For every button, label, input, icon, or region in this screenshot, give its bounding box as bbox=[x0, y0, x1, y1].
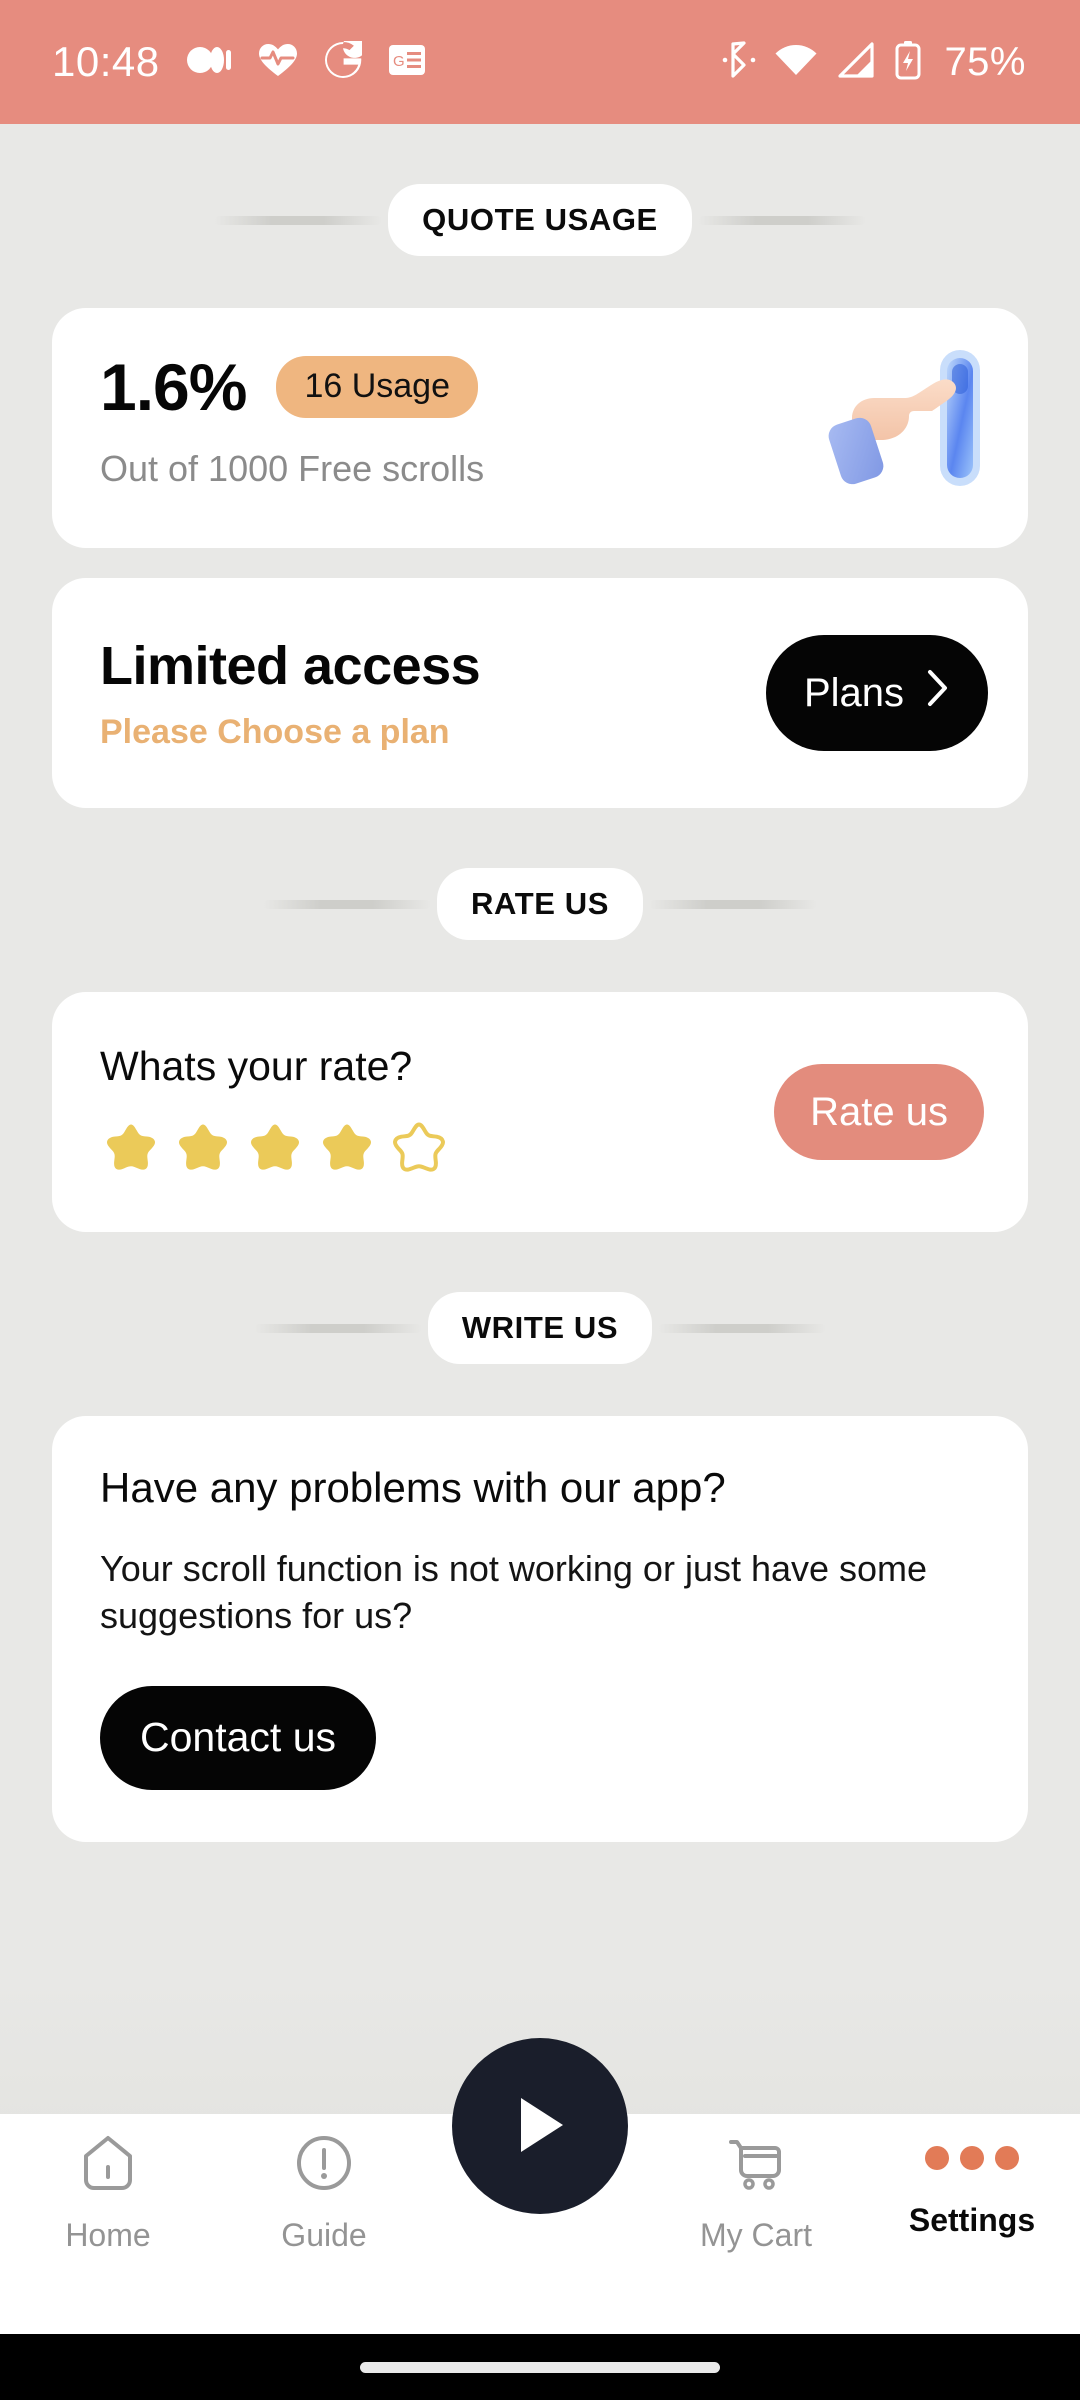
nav-item-settings[interactable]: Settings bbox=[864, 2132, 1080, 2239]
three-dots-icon bbox=[925, 2132, 1019, 2184]
section-title-quote-usage: QUOTE USAGE bbox=[388, 184, 692, 256]
google-news-icon: G bbox=[388, 44, 426, 81]
divider-line-right bbox=[658, 1323, 827, 1333]
section-header-quote-usage: QUOTE USAGE bbox=[52, 184, 1028, 256]
divider-line-left bbox=[214, 215, 383, 225]
rate-us-left: Whats your rate? bbox=[100, 1043, 450, 1182]
nav-item-home[interactable]: Home bbox=[0, 2132, 216, 2254]
star-filled-icon[interactable] bbox=[100, 1120, 162, 1182]
system-gesture-bar bbox=[0, 2334, 1080, 2400]
plans-button-label: Plans bbox=[803, 670, 904, 715]
google-g-icon bbox=[324, 33, 367, 84]
limited-access-title: Limited access bbox=[100, 635, 481, 696]
limited-access-subtitle: Please Choose a plan bbox=[100, 712, 450, 751]
dot-2 bbox=[960, 2146, 984, 2170]
section-title-rate-us: RATE US bbox=[437, 868, 643, 940]
cellular-signal-icon bbox=[836, 41, 876, 83]
rate-us-button[interactable]: Rate us bbox=[774, 1064, 984, 1160]
usage-percent-value: 1.6% bbox=[100, 350, 247, 424]
write-us-card: Have any problems with our app? Your scr… bbox=[52, 1416, 1028, 1842]
write-us-description: Your scroll function is not working or j… bbox=[100, 1548, 928, 1636]
exclamation-circle-icon bbox=[293, 2132, 355, 2199]
wifi-icon bbox=[774, 42, 818, 83]
divider-line-left bbox=[253, 1323, 422, 1333]
heart-pulse-icon bbox=[258, 42, 298, 83]
status-bar-left: 10:48 G bbox=[52, 33, 426, 86]
plans-button[interactable]: Plans bbox=[765, 635, 988, 751]
contact-us-button[interactable]: Contact us bbox=[100, 1685, 376, 1790]
star-rating-control[interactable] bbox=[100, 1120, 450, 1182]
battery-charging-icon bbox=[894, 40, 922, 85]
home-icon bbox=[77, 2132, 139, 2199]
star-filled-icon[interactable] bbox=[244, 1120, 306, 1182]
star-outline-icon[interactable] bbox=[388, 1120, 450, 1182]
svg-text:G: G bbox=[393, 53, 405, 70]
gesture-handle[interactable] bbox=[360, 2361, 720, 2373]
play-icon bbox=[509, 2092, 571, 2161]
play-fab-button[interactable] bbox=[452, 2038, 628, 2214]
hand-pressing-button-icon bbox=[828, 350, 980, 486]
rate-question-label: Whats your rate? bbox=[100, 1042, 413, 1089]
section-header-write-us: WRITE US bbox=[52, 1292, 1028, 1364]
nav-item-my-cart[interactable]: My Cart bbox=[648, 2132, 864, 2254]
nav-label-settings: Settings bbox=[908, 2202, 1036, 2238]
battery-percent-label: 75% bbox=[944, 39, 1026, 84]
star-filled-icon[interactable] bbox=[172, 1120, 234, 1182]
rate-us-card: Whats your rate? Rate us bbox=[52, 992, 1028, 1232]
divider-line-right bbox=[648, 899, 817, 909]
dot-1 bbox=[925, 2146, 949, 2170]
nav-label-guide: Guide bbox=[281, 2217, 367, 2253]
scroll-content: QUOTE USAGE 1.6% 16 Usage Out of 1000 Fr… bbox=[0, 184, 1080, 1842]
limited-access-text: Limited access Please Choose a plan bbox=[100, 635, 481, 752]
divider-line-right bbox=[697, 215, 866, 225]
app-screen: 10:48 G 75% QUOTE USAGE 1.6% 16 Usage Ou… bbox=[0, 0, 1080, 2400]
dots-media-icon bbox=[186, 43, 232, 82]
quote-usage-card: 1.6% 16 Usage Out of 1000 Free scrolls bbox=[52, 308, 1028, 548]
shopping-cart-icon bbox=[725, 2132, 787, 2199]
chevron-right-icon bbox=[926, 669, 950, 717]
usage-count-badge: 16 Usage bbox=[276, 356, 478, 418]
dot-3 bbox=[995, 2146, 1019, 2170]
nav-label-my-cart: My Cart bbox=[700, 2217, 812, 2253]
nav-item-guide[interactable]: Guide bbox=[216, 2132, 432, 2254]
star-filled-icon[interactable] bbox=[316, 1120, 378, 1182]
status-bar: 10:48 G 75% bbox=[0, 0, 1080, 124]
status-bar-clock: 10:48 bbox=[52, 38, 160, 85]
nav-label-home: Home bbox=[65, 2217, 151, 2253]
page-body: QUOTE USAGE 1.6% 16 Usage Out of 1000 Fr… bbox=[0, 124, 1080, 2334]
section-title-write-us: WRITE US bbox=[427, 1292, 653, 1364]
status-bar-right: 75% bbox=[722, 40, 1026, 85]
section-header-rate-us: RATE US bbox=[52, 868, 1028, 940]
divider-line-left bbox=[263, 899, 432, 909]
write-us-title: Have any problems with our app? bbox=[100, 1464, 726, 1511]
limited-access-card: Limited access Please Choose a plan Plan… bbox=[52, 578, 1028, 808]
bluetooth-icon bbox=[722, 40, 756, 85]
